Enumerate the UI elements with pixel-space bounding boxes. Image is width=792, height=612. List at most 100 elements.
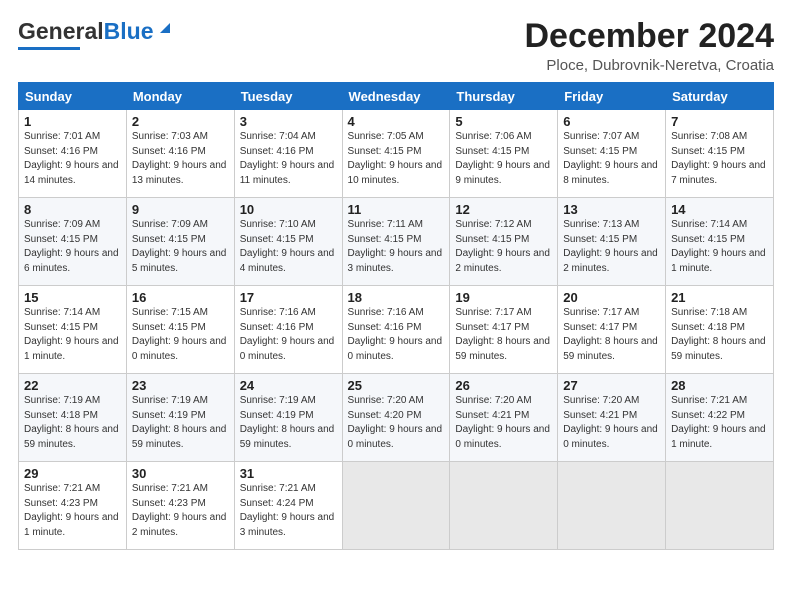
cell-date: 18 (348, 290, 445, 305)
calendar-cell: 9Sunrise: 7:09 AMSunset: 4:15 PMDaylight… (126, 198, 234, 286)
cell-info: Sunrise: 7:21 AMSunset: 4:24 PMDaylight:… (240, 482, 337, 540)
cell-date: 21 (671, 290, 768, 305)
calendar-week-3: 15Sunrise: 7:14 AMSunset: 4:15 PMDayligh… (19, 286, 774, 374)
calendar-cell: 20Sunrise: 7:17 AMSunset: 4:17 PMDayligh… (558, 286, 666, 374)
calendar-cell: 28Sunrise: 7:21 AMSunset: 4:22 PMDayligh… (666, 374, 774, 462)
cell-info: Sunrise: 7:08 AMSunset: 4:15 PMDaylight:… (671, 130, 768, 188)
cell-date: 28 (671, 378, 768, 393)
month-title: December 2024 (524, 18, 774, 55)
day-header-tuesday: Tuesday (234, 83, 342, 110)
calendar-cell: 7Sunrise: 7:08 AMSunset: 4:15 PMDaylight… (666, 110, 774, 198)
logo-underline (18, 47, 80, 50)
cell-date: 8 (24, 202, 121, 217)
logo-general: General (18, 18, 104, 45)
logo-triangle-icon (156, 19, 174, 37)
calendar-cell: 13Sunrise: 7:13 AMSunset: 4:15 PMDayligh… (558, 198, 666, 286)
cell-date: 3 (240, 114, 337, 129)
calendar-cell: 22Sunrise: 7:19 AMSunset: 4:18 PMDayligh… (19, 374, 127, 462)
cell-info: Sunrise: 7:04 AMSunset: 4:16 PMDaylight:… (240, 130, 337, 188)
calendar-cell: 23Sunrise: 7:19 AMSunset: 4:19 PMDayligh… (126, 374, 234, 462)
title-block: December 2024 Ploce, Dubrovnik-Neretva, … (524, 18, 774, 74)
calendar-cell: 1Sunrise: 7:01 AMSunset: 4:16 PMDaylight… (19, 110, 127, 198)
cell-info: Sunrise: 7:09 AMSunset: 4:15 PMDaylight:… (132, 218, 229, 276)
cell-info: Sunrise: 7:21 AMSunset: 4:23 PMDaylight:… (132, 482, 229, 540)
cell-info: Sunrise: 7:10 AMSunset: 4:15 PMDaylight:… (240, 218, 337, 276)
calendar-cell: 11Sunrise: 7:11 AMSunset: 4:15 PMDayligh… (342, 198, 450, 286)
cell-date: 14 (671, 202, 768, 217)
calendar-week-1: 1Sunrise: 7:01 AMSunset: 4:16 PMDaylight… (19, 110, 774, 198)
calendar-cell: 26Sunrise: 7:20 AMSunset: 4:21 PMDayligh… (450, 374, 558, 462)
calendar-cell: 5Sunrise: 7:06 AMSunset: 4:15 PMDaylight… (450, 110, 558, 198)
cell-info: Sunrise: 7:17 AMSunset: 4:17 PMDaylight:… (455, 306, 552, 364)
cell-date: 19 (455, 290, 552, 305)
calendar-header-row: SundayMondayTuesdayWednesdayThursdayFrid… (19, 83, 774, 110)
calendar-cell (450, 462, 558, 550)
cell-info: Sunrise: 7:03 AMSunset: 4:16 PMDaylight:… (132, 130, 229, 188)
cell-date: 10 (240, 202, 337, 217)
calendar-cell: 25Sunrise: 7:20 AMSunset: 4:20 PMDayligh… (342, 374, 450, 462)
cell-info: Sunrise: 7:09 AMSunset: 4:15 PMDaylight:… (24, 218, 121, 276)
cell-info: Sunrise: 7:15 AMSunset: 4:15 PMDaylight:… (132, 306, 229, 364)
calendar-cell: 3Sunrise: 7:04 AMSunset: 4:16 PMDaylight… (234, 110, 342, 198)
calendar-cell: 24Sunrise: 7:19 AMSunset: 4:19 PMDayligh… (234, 374, 342, 462)
cell-date: 2 (132, 114, 229, 129)
calendar-cell: 18Sunrise: 7:16 AMSunset: 4:16 PMDayligh… (342, 286, 450, 374)
cell-date: 26 (455, 378, 552, 393)
cell-info: Sunrise: 7:20 AMSunset: 4:21 PMDaylight:… (563, 394, 660, 452)
day-header-saturday: Saturday (666, 83, 774, 110)
cell-info: Sunrise: 7:06 AMSunset: 4:15 PMDaylight:… (455, 130, 552, 188)
day-header-sunday: Sunday (19, 83, 127, 110)
cell-date: 27 (563, 378, 660, 393)
cell-info: Sunrise: 7:07 AMSunset: 4:15 PMDaylight:… (563, 130, 660, 188)
calendar-cell: 29Sunrise: 7:21 AMSunset: 4:23 PMDayligh… (19, 462, 127, 550)
cell-date: 20 (563, 290, 660, 305)
cell-date: 11 (348, 202, 445, 217)
cell-info: Sunrise: 7:19 AMSunset: 4:18 PMDaylight:… (24, 394, 121, 452)
calendar-week-4: 22Sunrise: 7:19 AMSunset: 4:18 PMDayligh… (19, 374, 774, 462)
calendar-cell (666, 462, 774, 550)
header: General Blue December 2024 Ploce, Dubrov… (18, 18, 774, 74)
calendar-cell: 16Sunrise: 7:15 AMSunset: 4:15 PMDayligh… (126, 286, 234, 374)
cell-date: 22 (24, 378, 121, 393)
location: Ploce, Dubrovnik-Neretva, Croatia (524, 57, 774, 74)
cell-info: Sunrise: 7:17 AMSunset: 4:17 PMDaylight:… (563, 306, 660, 364)
cell-date: 24 (240, 378, 337, 393)
calendar-week-5: 29Sunrise: 7:21 AMSunset: 4:23 PMDayligh… (19, 462, 774, 550)
cell-date: 30 (132, 466, 229, 481)
cell-info: Sunrise: 7:13 AMSunset: 4:15 PMDaylight:… (563, 218, 660, 276)
cell-date: 7 (671, 114, 768, 129)
cell-date: 31 (240, 466, 337, 481)
cell-date: 13 (563, 202, 660, 217)
calendar-cell: 21Sunrise: 7:18 AMSunset: 4:18 PMDayligh… (666, 286, 774, 374)
cell-info: Sunrise: 7:11 AMSunset: 4:15 PMDaylight:… (348, 218, 445, 276)
cell-date: 25 (348, 378, 445, 393)
calendar-cell: 19Sunrise: 7:17 AMSunset: 4:17 PMDayligh… (450, 286, 558, 374)
cell-date: 23 (132, 378, 229, 393)
cell-info: Sunrise: 7:21 AMSunset: 4:22 PMDaylight:… (671, 394, 768, 452)
calendar-cell (558, 462, 666, 550)
page: General Blue December 2024 Ploce, Dubrov… (0, 0, 792, 564)
calendar-cell: 4Sunrise: 7:05 AMSunset: 4:15 PMDaylight… (342, 110, 450, 198)
cell-info: Sunrise: 7:14 AMSunset: 4:15 PMDaylight:… (24, 306, 121, 364)
cell-date: 9 (132, 202, 229, 217)
calendar: SundayMondayTuesdayWednesdayThursdayFrid… (18, 82, 774, 550)
calendar-cell: 17Sunrise: 7:16 AMSunset: 4:16 PMDayligh… (234, 286, 342, 374)
calendar-cell: 27Sunrise: 7:20 AMSunset: 4:21 PMDayligh… (558, 374, 666, 462)
cell-info: Sunrise: 7:18 AMSunset: 4:18 PMDaylight:… (671, 306, 768, 364)
cell-info: Sunrise: 7:16 AMSunset: 4:16 PMDaylight:… (348, 306, 445, 364)
calendar-cell: 10Sunrise: 7:10 AMSunset: 4:15 PMDayligh… (234, 198, 342, 286)
cell-info: Sunrise: 7:14 AMSunset: 4:15 PMDaylight:… (671, 218, 768, 276)
cell-date: 15 (24, 290, 121, 305)
cell-info: Sunrise: 7:12 AMSunset: 4:15 PMDaylight:… (455, 218, 552, 276)
cell-date: 6 (563, 114, 660, 129)
logo-blue: Blue (104, 18, 154, 45)
cell-date: 4 (348, 114, 445, 129)
cell-info: Sunrise: 7:16 AMSunset: 4:16 PMDaylight:… (240, 306, 337, 364)
calendar-cell: 8Sunrise: 7:09 AMSunset: 4:15 PMDaylight… (19, 198, 127, 286)
day-header-thursday: Thursday (450, 83, 558, 110)
calendar-cell: 2Sunrise: 7:03 AMSunset: 4:16 PMDaylight… (126, 110, 234, 198)
calendar-week-2: 8Sunrise: 7:09 AMSunset: 4:15 PMDaylight… (19, 198, 774, 286)
day-header-wednesday: Wednesday (342, 83, 450, 110)
cell-info: Sunrise: 7:01 AMSunset: 4:16 PMDaylight:… (24, 130, 121, 188)
cell-info: Sunrise: 7:20 AMSunset: 4:21 PMDaylight:… (455, 394, 552, 452)
